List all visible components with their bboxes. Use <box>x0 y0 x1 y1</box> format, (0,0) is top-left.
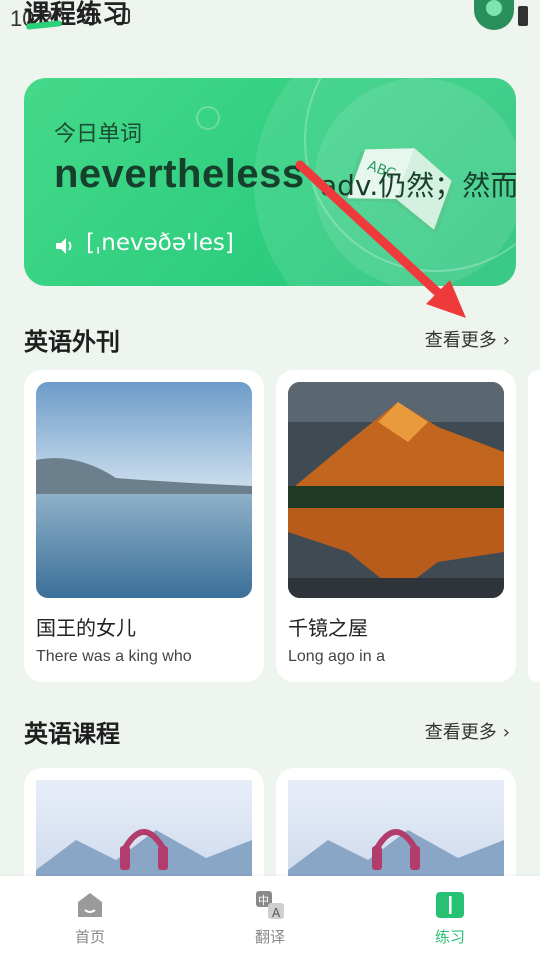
card-title: 千镜之屋 <box>288 616 368 640</box>
card-image-lake <box>36 382 252 598</box>
banner-word: nevertheless <box>54 152 305 196</box>
banner-decoration <box>196 106 220 130</box>
magazine-more-link[interactable]: 查看更多 › <box>425 326 510 352</box>
nav-item-translate[interactable]: 中 A 翻译 <box>220 890 320 947</box>
nav-label: 练习 <box>434 928 465 946</box>
magazine-card[interactable]: 国王的女儿 There was a king who <box>24 370 264 682</box>
speaker-icon[interactable] <box>54 236 78 256</box>
magazine-card[interactable]: 千镜之屋 Long ago in a <box>276 370 516 682</box>
course-more-link[interactable]: 查看更多 › <box>425 718 510 744</box>
card-subtitle: Long ago in a <box>288 648 385 665</box>
nav-label: 翻译 <box>254 928 285 946</box>
card-image-mountain <box>288 382 504 598</box>
banner-label: 今日单词 <box>54 122 143 147</box>
chevron-right-icon: › <box>502 330 510 351</box>
magazine-section-title: 英语外刊 <box>24 328 120 356</box>
nav-label: 首页 <box>74 928 105 946</box>
translate-icon: 中 A <box>256 891 284 920</box>
translate-icon-a: A <box>272 906 281 920</box>
book-icon <box>436 892 464 918</box>
word-of-day-banner[interactable]: ABC 今日单词 nevertheless adv.仍然；然而 [ˌnevəðə… <box>24 78 516 286</box>
nav-item-home[interactable]: 首页 <box>40 890 140 947</box>
chevron-right-icon: › <box>502 722 510 743</box>
bottom-nav: 首页 中 A 翻译 练习 <box>0 876 540 960</box>
more-label: 查看更多 <box>424 722 497 743</box>
home-icon <box>78 893 102 917</box>
banner-phonetic: [ˌnevəðə'les] <box>86 230 234 256</box>
more-label: 查看更多 <box>424 330 497 351</box>
card-title: 国王的女儿 <box>36 616 136 640</box>
translate-icon-zh: 中 <box>258 894 269 907</box>
card-subtitle: There was a king who <box>36 648 192 665</box>
banner-meaning: adv.仍然；然而 <box>320 169 516 202</box>
magazine-card-peek[interactable] <box>528 370 540 682</box>
nav-item-practice[interactable]: 练习 <box>400 890 500 947</box>
battery-icon <box>518 6 528 26</box>
course-section-title: 英语课程 <box>24 720 120 748</box>
